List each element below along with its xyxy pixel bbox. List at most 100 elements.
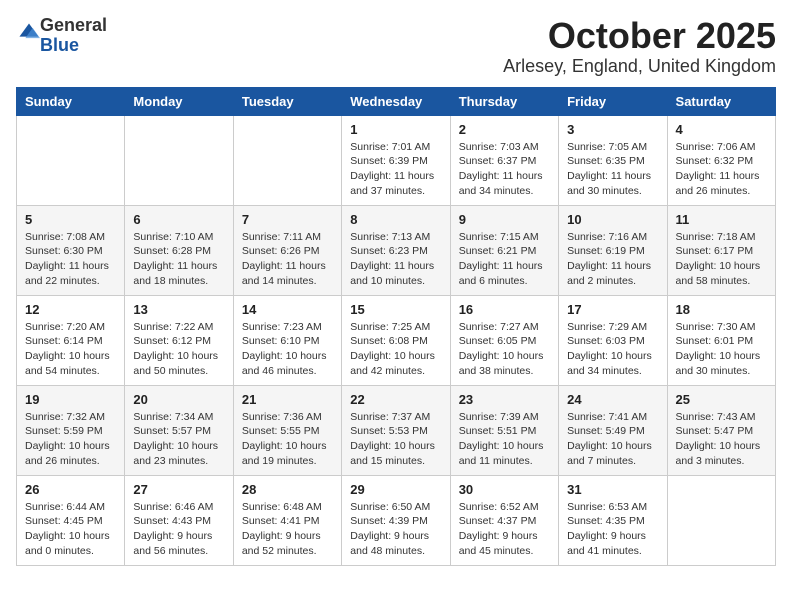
weekday-header-monday: Monday	[125, 87, 233, 115]
day-number: 27	[133, 482, 224, 497]
calendar-day-cell: 23Sunrise: 7:39 AM Sunset: 5:51 PM Dayli…	[450, 385, 558, 475]
day-number: 28	[242, 482, 333, 497]
weekday-header-friday: Friday	[559, 87, 667, 115]
day-number: 20	[133, 392, 224, 407]
calendar-day-cell: 10 Sunrise: 7:16 AM Sunset: 6:19 PM Dayli…	[559, 205, 667, 295]
calendar-day-cell: 31 Sunrise: 6:53 AM Sunset: 4:35 PM Dayli…	[559, 475, 667, 565]
day-number: 6	[133, 212, 224, 227]
calendar-table: SundayMondayTuesdayWednesdayThursdayFrid…	[16, 87, 776, 566]
day-number: 18	[676, 302, 767, 317]
weekday-header-tuesday: Tuesday	[233, 87, 341, 115]
day-info: Sunrise: 7:34 AM Sunset: 5:57 PM Dayligh…	[133, 410, 224, 469]
day-info: Sunrise: 7:15 AM Sunset: 6:21 PM Dayligh…	[459, 230, 550, 289]
day-info: Sunrise: 7:16 AM Sunset: 6:19 PM Dayligh…	[567, 230, 658, 289]
day-info: Sunrise: 7:05 AM Sunset: 6:35 PM Dayligh…	[567, 140, 658, 199]
calendar-day-cell: 16Sunrise: 7:27 AM Sunset: 6:05 PM Dayli…	[450, 295, 558, 385]
calendar-day-cell: 2 Sunrise: 7:03 AM Sunset: 6:37 PM Daylig…	[450, 115, 558, 205]
day-info: Sunrise: 7:32 AM Sunset: 5:59 PM Dayligh…	[25, 410, 116, 469]
day-info: Sunrise: 6:46 AM Sunset: 4:43 PM Dayligh…	[133, 500, 224, 559]
day-info: Sunrise: 7:25 AM Sunset: 6:08 PM Dayligh…	[350, 320, 441, 379]
day-number: 24	[567, 392, 658, 407]
calendar-day-cell: 7 Sunrise: 7:11 AM Sunset: 6:26 PM Daylig…	[233, 205, 341, 295]
day-number: 1	[350, 122, 441, 137]
calendar-week-row: 19 Sunrise: 7:32 AM Sunset: 5:59 PM Dayli…	[17, 385, 776, 475]
day-number: 9	[459, 212, 550, 227]
day-number: 21	[242, 392, 333, 407]
day-info: Sunrise: 6:52 AM Sunset: 4:37 PM Dayligh…	[459, 500, 550, 559]
calendar-day-cell: 13 Sunrise: 7:22 AM Sunset: 6:12 PM Dayli…	[125, 295, 233, 385]
calendar-day-cell: 8 Sunrise: 7:13 AM Sunset: 6:23 PM Daylig…	[342, 205, 450, 295]
logo-general-text: General	[40, 15, 107, 35]
day-info: Sunrise: 7:41 AM Sunset: 5:49 PM Dayligh…	[567, 410, 658, 469]
calendar-day-cell: 21Sunrise: 7:36 AM Sunset: 5:55 PM Dayli…	[233, 385, 341, 475]
day-number: 12	[25, 302, 116, 317]
calendar-day-cell: 17Sunrise: 7:29 AM Sunset: 6:03 PM Dayli…	[559, 295, 667, 385]
calendar-day-cell: 22Sunrise: 7:37 AM Sunset: 5:53 PM Dayli…	[342, 385, 450, 475]
day-info: Sunrise: 6:44 AM Sunset: 4:45 PM Dayligh…	[25, 500, 116, 559]
calendar-day-cell: 30Sunrise: 6:52 AM Sunset: 4:37 PM Dayli…	[450, 475, 558, 565]
logo: General Blue	[16, 16, 107, 56]
day-number: 25	[676, 392, 767, 407]
day-info: Sunrise: 7:13 AM Sunset: 6:23 PM Dayligh…	[350, 230, 441, 289]
calendar-day-cell: 3 Sunrise: 7:05 AM Sunset: 6:35 PM Daylig…	[559, 115, 667, 205]
logo-icon	[18, 22, 40, 44]
page-header: General Blue October 2025 Arlesey, Engla…	[16, 16, 776, 77]
day-number: 22	[350, 392, 441, 407]
day-info: Sunrise: 6:53 AM Sunset: 4:35 PM Dayligh…	[567, 500, 658, 559]
weekday-header-sunday: Sunday	[17, 87, 125, 115]
calendar-day-cell: 12 Sunrise: 7:20 AM Sunset: 6:14 PM Dayli…	[17, 295, 125, 385]
day-info: Sunrise: 7:08 AM Sunset: 6:30 PM Dayligh…	[25, 230, 116, 289]
day-number: 2	[459, 122, 550, 137]
day-info: Sunrise: 7:43 AM Sunset: 5:47 PM Dayligh…	[676, 410, 767, 469]
day-number: 15	[350, 302, 441, 317]
day-info: Sunrise: 6:50 AM Sunset: 4:39 PM Dayligh…	[350, 500, 441, 559]
calendar-day-cell: 18 Sunrise: 7:30 AM Sunset: 6:01 PM Dayli…	[667, 295, 775, 385]
calendar-day-cell: 6Sunrise: 7:10 AM Sunset: 6:28 PM Daylig…	[125, 205, 233, 295]
day-number: 19	[25, 392, 116, 407]
day-number: 7	[242, 212, 333, 227]
day-info: Sunrise: 7:30 AM Sunset: 6:01 PM Dayligh…	[676, 320, 767, 379]
calendar-day-cell: 28 Sunrise: 6:48 AM Sunset: 4:41 PM Dayli…	[233, 475, 341, 565]
day-number: 11	[676, 212, 767, 227]
day-number: 26	[25, 482, 116, 497]
calendar-day-cell: 24 Sunrise: 7:41 AM Sunset: 5:49 PM Dayli…	[559, 385, 667, 475]
day-number: 10	[567, 212, 658, 227]
weekday-header-thursday: Thursday	[450, 87, 558, 115]
day-number: 5	[25, 212, 116, 227]
day-info: Sunrise: 7:23 AM Sunset: 6:10 PM Dayligh…	[242, 320, 333, 379]
calendar-day-cell: 4Sunrise: 7:06 AM Sunset: 6:32 PM Daylig…	[667, 115, 775, 205]
day-number: 13	[133, 302, 224, 317]
calendar-day-cell: 9 Sunrise: 7:15 AM Sunset: 6:21 PM Daylig…	[450, 205, 558, 295]
calendar-day-cell: 19 Sunrise: 7:32 AM Sunset: 5:59 PM Dayli…	[17, 385, 125, 475]
calendar-day-cell: 15 Sunrise: 7:25 AM Sunset: 6:08 PM Dayli…	[342, 295, 450, 385]
day-info: Sunrise: 7:11 AM Sunset: 6:26 PM Dayligh…	[242, 230, 333, 289]
calendar-day-cell: 27 Sunrise: 6:46 AM Sunset: 4:43 PM Dayli…	[125, 475, 233, 565]
calendar-day-cell: 5 Sunrise: 7:08 AM Sunset: 6:30 PM Daylig…	[17, 205, 125, 295]
calendar-day-cell: 26 Sunrise: 6:44 AM Sunset: 4:45 PM Dayli…	[17, 475, 125, 565]
day-info: Sunrise: 7:20 AM Sunset: 6:14 PM Dayligh…	[25, 320, 116, 379]
day-info: Sunrise: 7:01 AM Sunset: 6:39 PM Dayligh…	[350, 140, 441, 199]
day-info: Sunrise: 7:18 AM Sunset: 6:17 PM Dayligh…	[676, 230, 767, 289]
calendar-week-row: 1 Sunrise: 7:01 AM Sunset: 6:39 PM Daylig…	[17, 115, 776, 205]
calendar-week-row: 5 Sunrise: 7:08 AM Sunset: 6:30 PM Daylig…	[17, 205, 776, 295]
calendar-day-cell: 11 Sunrise: 7:18 AM Sunset: 6:17 PM Dayli…	[667, 205, 775, 295]
calendar-empty-cell	[17, 115, 125, 205]
day-number: 31	[567, 482, 658, 497]
location-title: Arlesey, England, United Kingdom	[503, 56, 776, 77]
day-number: 16	[459, 302, 550, 317]
calendar-empty-cell	[667, 475, 775, 565]
logo-blue-text: Blue	[40, 35, 79, 55]
calendar-day-cell: 25 Sunrise: 7:43 AM Sunset: 5:47 PM Dayli…	[667, 385, 775, 475]
day-number: 3	[567, 122, 658, 137]
calendar-day-cell: 14Sunrise: 7:23 AM Sunset: 6:10 PM Dayli…	[233, 295, 341, 385]
day-info: Sunrise: 7:03 AM Sunset: 6:37 PM Dayligh…	[459, 140, 550, 199]
weekday-header-wednesday: Wednesday	[342, 87, 450, 115]
calendar-empty-cell	[233, 115, 341, 205]
weekday-header-saturday: Saturday	[667, 87, 775, 115]
calendar-day-cell: 29Sunrise: 6:50 AM Sunset: 4:39 PM Dayli…	[342, 475, 450, 565]
day-number: 8	[350, 212, 441, 227]
calendar-day-cell: 20 Sunrise: 7:34 AM Sunset: 5:57 PM Dayli…	[125, 385, 233, 475]
day-info: Sunrise: 7:22 AM Sunset: 6:12 PM Dayligh…	[133, 320, 224, 379]
day-number: 23	[459, 392, 550, 407]
day-info: Sunrise: 6:48 AM Sunset: 4:41 PM Dayligh…	[242, 500, 333, 559]
